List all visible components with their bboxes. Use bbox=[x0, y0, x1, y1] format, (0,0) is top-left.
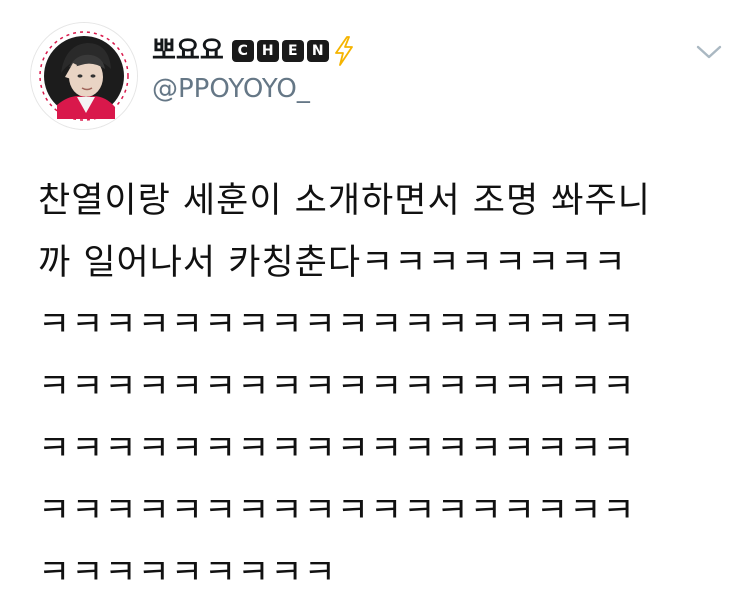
tweet-text-line: 찬열이랑 세훈이 소개하면서 조명 쏴주니 bbox=[38, 181, 651, 221]
tweet-text-line: ㅋㅋㅋㅋㅋㅋㅋㅋㅋ bbox=[38, 553, 337, 593]
tweet-text-line: ㅋㅋㅋㅋㅋㅋㅋㅋㅋㅋㅋㅋㅋㅋㅋㅋㅋㅋ bbox=[38, 305, 636, 345]
tweet-text-line: ㅋㅋㅋㅋㅋㅋㅋㅋㅋㅋㅋㅋㅋㅋㅋㅋㅋㅋ bbox=[38, 367, 636, 407]
tweet-text-line: ㅋㅋㅋㅋㅋㅋㅋㅋㅋㅋㅋㅋㅋㅋㅋㅋㅋㅋ bbox=[38, 429, 636, 469]
display-name[interactable]: 뽀요요 bbox=[152, 34, 224, 68]
avatar[interactable] bbox=[30, 22, 138, 130]
user-name-row: 뽀요요 C H E N bbox=[152, 34, 356, 68]
lightning-icon bbox=[334, 36, 353, 66]
user-handle[interactable]: @PPOYOYO_ bbox=[152, 72, 310, 106]
tweet-text-line: ㅋㅋㅋㅋㅋㅋㅋㅋㅋㅋㅋㅋㅋㅋㅋㅋㅋㅋ bbox=[38, 491, 636, 531]
name-badges: C H E N bbox=[231, 36, 356, 66]
avatar-image bbox=[31, 23, 137, 129]
chevron-down-icon[interactable] bbox=[695, 42, 723, 62]
badge-letter-e: E bbox=[281, 40, 304, 62]
badge-letter-c: C bbox=[231, 40, 254, 62]
tweet-card: 뽀요요 C H E N @PPOYOYO_ 찬열이랑 세훈이 소개하면서 조명 … bbox=[0, 0, 750, 601]
tweet-text: 찬열이랑 세훈이 소개하면서 조명 쏴주니 까 일어나서 카칭춘다ㅋㅋㅋㅋㅋㅋㅋ… bbox=[38, 170, 728, 604]
badge-letter-h: H bbox=[256, 40, 279, 62]
badge-letter-n: N bbox=[306, 40, 329, 62]
tweet-text-line: 까 일어나서 카칭춘다ㅋㅋㅋㅋㅋㅋㅋㅋ bbox=[38, 243, 627, 283]
